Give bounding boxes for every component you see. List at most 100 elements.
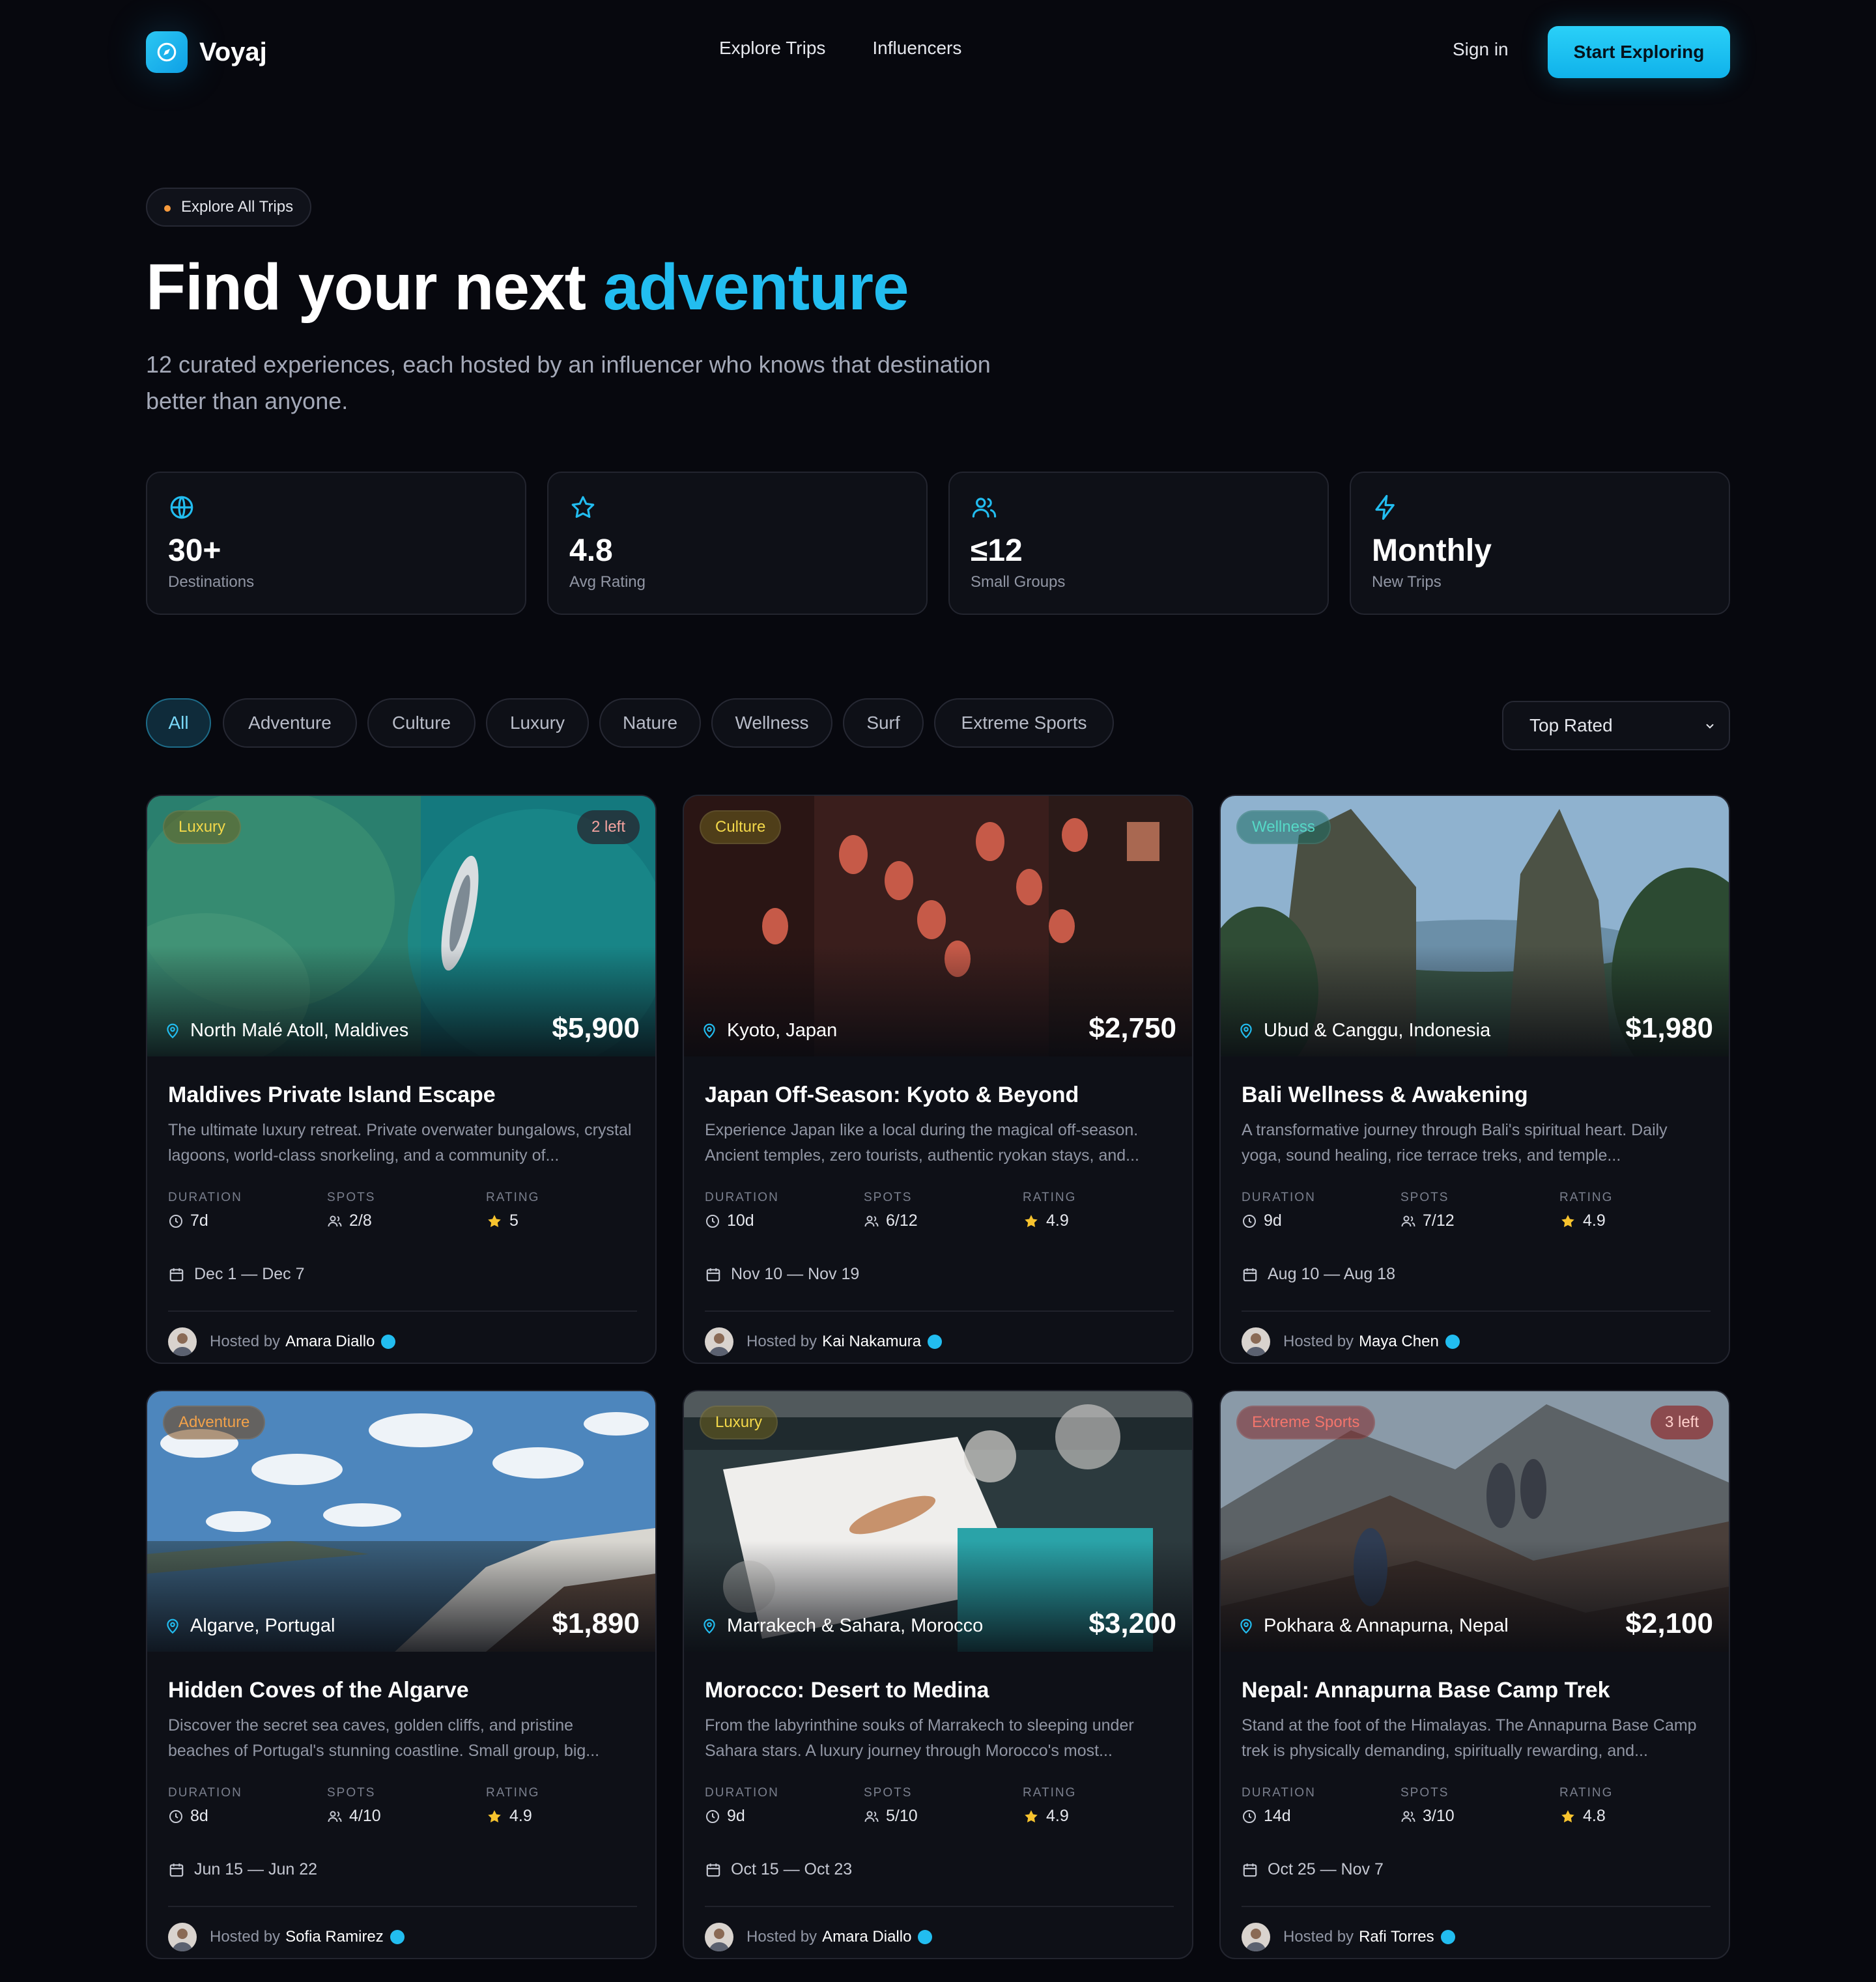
start-exploring-button[interactable]: Start Exploring: [1548, 26, 1730, 78]
trip-spots: SPOTS 7/12: [1400, 1191, 1455, 1230]
spots-value: 4/10: [349, 1807, 381, 1825]
trip-title[interactable]: Nepal: Annapurna Base Camp Trek: [1242, 1678, 1610, 1703]
stat-label: Destinations: [168, 573, 255, 591]
trip-card-3[interactable]: Wellness Ubud & Canggu, Indonesia $1,980…: [1219, 795, 1730, 1364]
trip-title[interactable]: Japan Off-Season: Kyoto & Beyond: [705, 1083, 1079, 1108]
dates-text: Oct 25 — Nov 7: [1268, 1860, 1384, 1878]
divider: [1242, 1906, 1711, 1907]
trip-title[interactable]: Maldives Private Island Escape: [168, 1083, 496, 1108]
explore-pill: Explore All Trips: [146, 188, 312, 227]
map-pin-icon: [167, 1023, 178, 1038]
spots-label: SPOTS: [1400, 1191, 1449, 1204]
filter-chip-luxury[interactable]: Luxury: [486, 698, 589, 748]
nav-influencers[interactable]: Influencers: [872, 38, 961, 59]
filter-chip-culture[interactable]: Culture: [367, 698, 476, 748]
duration-value: 14d: [1264, 1807, 1291, 1825]
trip-host[interactable]: Hosted by Sofia Ramirez: [168, 1923, 405, 1951]
trip-title[interactable]: Bali Wellness & Awakening: [1242, 1083, 1528, 1108]
host-name[interactable]: Amara Diallo: [285, 1333, 375, 1351]
host-name[interactable]: Sofia Ramirez: [285, 1928, 384, 1946]
divider: [705, 1310, 1174, 1312]
trip-rating: RATING 4.9: [1023, 1786, 1076, 1826]
star-filled-icon: [1025, 1809, 1038, 1822]
trip-description: Experience Japan like a local during the…: [705, 1121, 1139, 1165]
stat-label: Small Groups: [971, 573, 1066, 591]
trip-duration: DURATION 10d: [705, 1191, 779, 1230]
filter-chip-all[interactable]: All: [146, 698, 211, 748]
users-icon: [864, 1811, 879, 1822]
calendar-icon: [169, 1267, 184, 1281]
verified-badge-icon: [381, 1335, 396, 1349]
trip-description: A transformative journey through Bali's …: [1242, 1121, 1668, 1165]
filter-chip-surf[interactable]: Surf: [843, 698, 924, 748]
trip-description: The ultimate luxury retreat. Private ove…: [168, 1121, 632, 1165]
calendar-icon: [706, 1267, 720, 1281]
star-filled-icon: [1561, 1809, 1574, 1822]
trip-host[interactable]: Hosted by Amara Diallo: [168, 1327, 396, 1356]
host-name[interactable]: Rafi Torres: [1359, 1928, 1434, 1946]
trip-card-6[interactable]: Extreme Sports 3 left Pokhara & Annapurn…: [1219, 1390, 1730, 1959]
host-name[interactable]: Kai Nakamura: [822, 1333, 921, 1351]
filter-chip-wellness[interactable]: Wellness: [711, 698, 832, 748]
verified-badge-icon: [928, 1335, 943, 1349]
dates-text: Dec 1 — Dec 7: [194, 1265, 305, 1283]
trip-location: Marrakech & Sahara, Morocco: [701, 1615, 983, 1637]
trip-duration: DURATION 8d: [168, 1786, 242, 1826]
trip-rating: RATING 5: [486, 1191, 539, 1230]
rating-value-row: 4.9: [1559, 1211, 1613, 1230]
filter-chip-adventure[interactable]: Adventure: [223, 698, 357, 748]
trip-card-1[interactable]: Luxury 2 left North Malé Atoll, Maldives…: [146, 795, 657, 1364]
hosted-by-label: Hosted by: [746, 1333, 817, 1350]
trip-location: North Malé Atoll, Maldives: [164, 1020, 408, 1041]
duration-value-row: 9d: [1242, 1211, 1316, 1230]
duration-value: 9d: [727, 1807, 745, 1825]
trip-title[interactable]: Morocco: Desert to Medina: [705, 1678, 989, 1703]
host-name[interactable]: Amara Diallo: [822, 1928, 911, 1946]
trip-title[interactable]: Hidden Coves of the Algarve: [168, 1678, 469, 1703]
filter-chip-nature[interactable]: Nature: [599, 698, 701, 748]
verified-badge-icon: [918, 1930, 933, 1944]
dates-text: Oct 15 — Oct 23: [731, 1860, 853, 1878]
location-text: Ubud & Canggu, Indonesia: [1264, 1020, 1491, 1041]
duration-value: 8d: [190, 1807, 208, 1825]
filter-chip-extreme-sports[interactable]: Extreme Sports: [934, 698, 1114, 748]
stats-row: 30+ Destinations 4.8 Avg Rating ≤12 Smal…: [146, 472, 1730, 615]
spots-value: 6/12: [886, 1211, 918, 1230]
spots-left-badge: 3 left: [1650, 1406, 1713, 1439]
star-icon: [571, 496, 595, 518]
trip-host[interactable]: Hosted by Rafi Torres: [1242, 1923, 1455, 1951]
duration-label: DURATION: [168, 1786, 242, 1800]
rating-label: RATING: [1023, 1191, 1077, 1204]
trip-spots: SPOTS 6/12: [864, 1191, 918, 1230]
trip-price: $2,750: [1088, 1012, 1176, 1044]
duration-value-row: 8d: [168, 1807, 242, 1826]
trip-spots: SPOTS 2/8: [327, 1191, 375, 1230]
duration-label: DURATION: [705, 1786, 779, 1800]
trip-card-5[interactable]: Luxury Marrakech & Sahara, Morocco $3,20…: [683, 1390, 1193, 1959]
sort-select[interactable]: Top Rated: [1502, 701, 1730, 750]
hosted-by-label: Hosted by: [210, 1928, 281, 1946]
location-text: Pokhara & Annapurna, Nepal: [1264, 1615, 1509, 1636]
duration-value: 7d: [190, 1211, 208, 1230]
host-name[interactable]: Maya Chen: [1359, 1333, 1439, 1351]
dates-text: Nov 10 — Nov 19: [731, 1265, 860, 1283]
nav-explore-trips[interactable]: Explore Trips: [719, 38, 825, 59]
hosted-by-label: Hosted by: [746, 1928, 817, 1946]
trip-duration: DURATION 9d: [1242, 1191, 1316, 1230]
rating-label: RATING: [486, 1191, 540, 1204]
divider: [705, 1906, 1174, 1907]
trip-rating: RATING 4.9: [1023, 1191, 1076, 1230]
rating-value-row: 4.9: [486, 1807, 539, 1826]
trip-host[interactable]: Hosted by Maya Chen: [1242, 1327, 1460, 1356]
hosted-by-label: Hosted by: [210, 1333, 281, 1350]
stat-card-groups: ≤12 Small Groups: [948, 472, 1329, 615]
sign-in-link[interactable]: Sign in: [1453, 39, 1509, 60]
trip-spots: SPOTS 5/10: [864, 1786, 918, 1826]
trip-host[interactable]: Hosted by Amara Diallo: [705, 1923, 933, 1951]
trip-card-4[interactable]: Adventure Algarve, Portugal $1,890 Hidde…: [146, 1390, 657, 1959]
rating-value: 4.9: [509, 1807, 532, 1825]
logo[interactable]: Voyaj: [146, 31, 267, 73]
location-text: North Malé Atoll, Maldives: [190, 1020, 409, 1041]
trip-host[interactable]: Hosted by Kai Nakamura: [705, 1327, 943, 1356]
trip-card-2[interactable]: Culture Kyoto, Japan $2,750 Japan Off-Se…: [683, 795, 1193, 1364]
